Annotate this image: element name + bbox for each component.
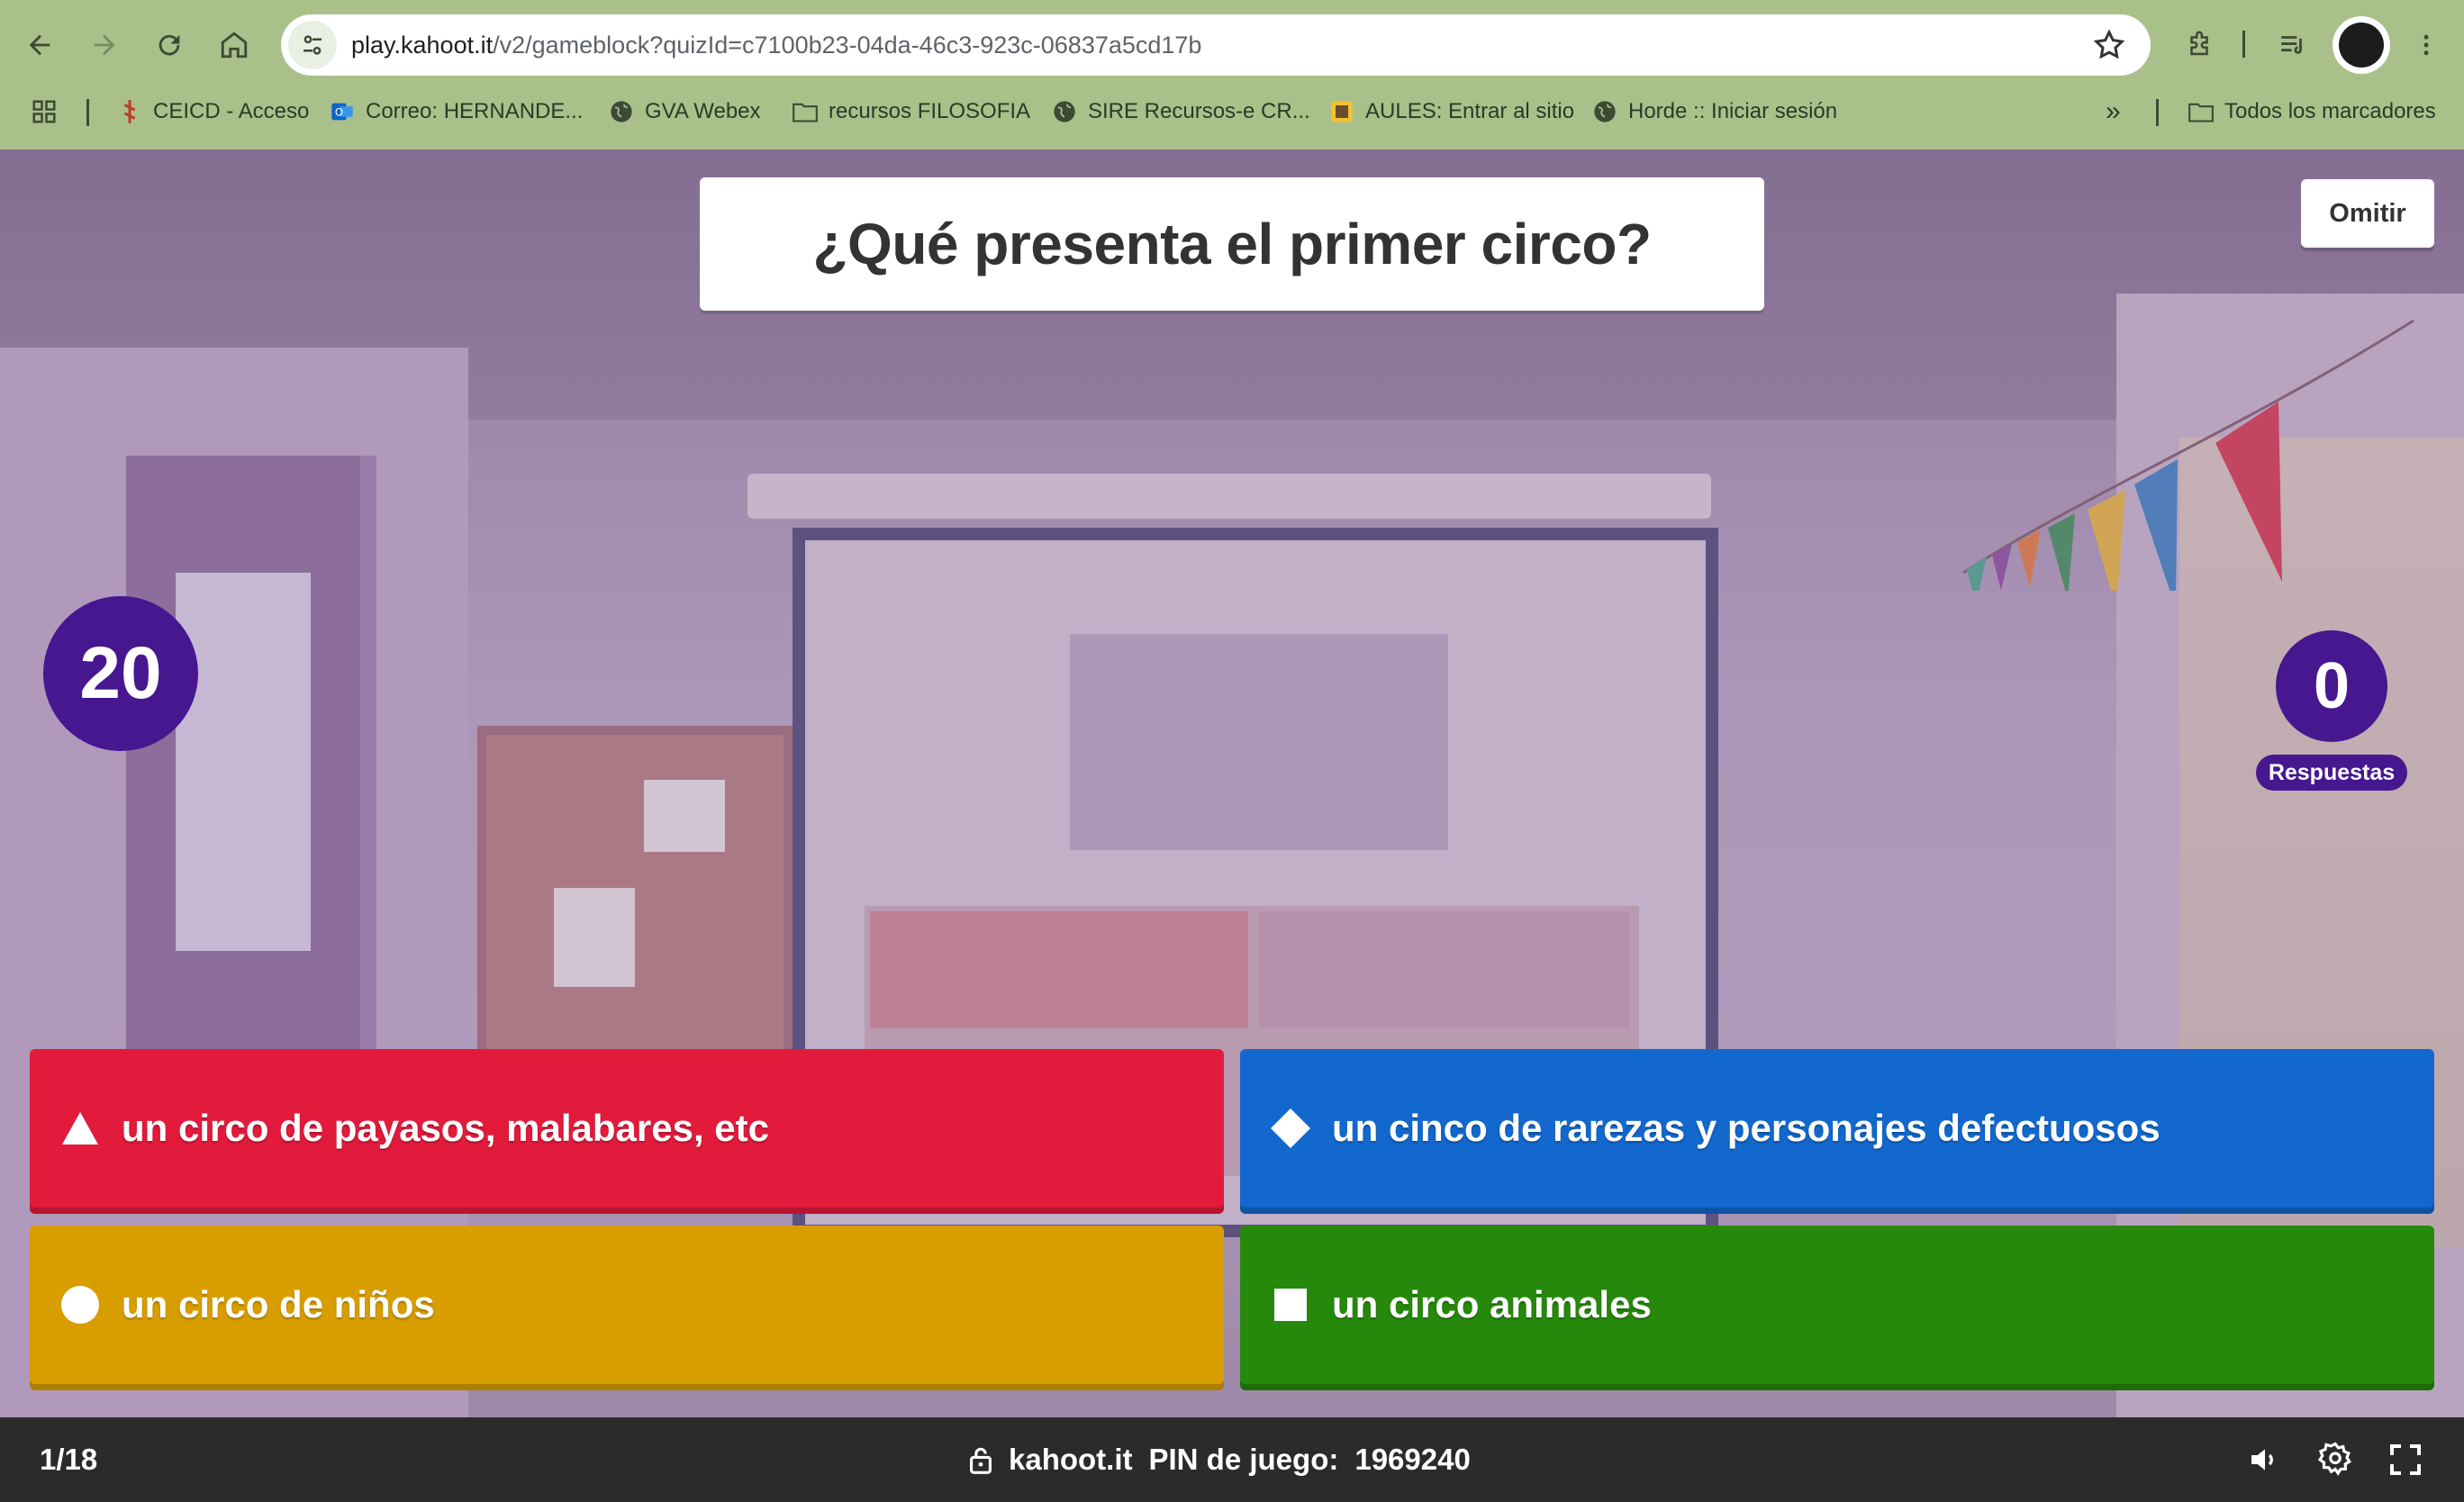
answer-square[interactable]: un circo animales — [1240, 1226, 2434, 1384]
answer-label: un circo animales — [1332, 1283, 1652, 1326]
question-progress: 1/18 — [40, 1443, 98, 1476]
bookmark-correo[interactable]: O Correo: HERNANDE... — [330, 86, 583, 137]
skip-button[interactable]: Omitir — [2301, 179, 2434, 248]
bookmark-sire[interactable]: SIRE Recursos-e CR... — [1052, 86, 1310, 137]
answers-label: Respuestas — [2256, 755, 2407, 791]
game-pin-info: kahoot.it PIN de juego: 1969240 — [969, 1417, 1487, 1502]
bookmarks-bar: CEICD - Acceso O Correo: HERNANDE... GVA… — [0, 86, 2464, 137]
game-footer: 1/18 kahoot.it PIN de juego: 1969240 — [0, 1417, 2464, 1502]
bookmark-star-icon[interactable] — [2091, 27, 2127, 63]
circle-icon — [59, 1283, 102, 1326]
answer-diamond[interactable]: un cinco de rarezas y personajes defectu… — [1240, 1049, 2434, 1208]
bookmark-ceicd[interactable]: CEICD - Acceso — [117, 86, 309, 137]
lock-icon[interactable] — [969, 1445, 992, 1474]
folder-icon — [793, 99, 818, 124]
bookmarks-separator — [86, 99, 89, 126]
bookmark-label: AULES: Entrar al sitio — [1365, 99, 1575, 123]
square-icon — [1269, 1283, 1312, 1326]
bookmark-label: Horde :: Iniciar sesión — [1628, 99, 1838, 123]
apps-icon[interactable] — [31, 86, 58, 137]
answer-label: un cinco de rarezas y personajes defectu… — [1332, 1107, 2161, 1149]
toolbar-separator — [2242, 31, 2245, 58]
folder-icon — [2188, 99, 2214, 124]
svg-text:O: O — [335, 106, 343, 119]
outlook-icon: O — [330, 99, 355, 124]
profile-avatar[interactable] — [2333, 16, 2390, 74]
volume-icon[interactable] — [2242, 1437, 2287, 1482]
countdown-timer: 20 — [43, 596, 198, 751]
globe-icon — [1052, 99, 1077, 124]
bookmark-label: recursos FILOSOFIA — [829, 99, 1031, 123]
bookmark-horde[interactable]: Horde :: Iniciar sesión — [1592, 86, 1837, 137]
globe-icon — [1592, 99, 1617, 124]
bookmark-label: Todos los marcadores — [2224, 99, 2436, 123]
back-icon[interactable] — [14, 20, 65, 70]
forward-icon[interactable] — [79, 20, 130, 70]
aules-icon — [1329, 99, 1354, 124]
bookmark-label: CEICD - Acceso — [153, 99, 310, 123]
answer-triangle[interactable]: un circo de payasos, malabares, etc — [30, 1049, 1224, 1208]
triangle-icon — [59, 1107, 102, 1150]
url-text[interactable]: play.kahoot.it/v2/gameblock?quizId=c7100… — [351, 32, 1201, 59]
bookmark-label: GVA Webex — [645, 99, 761, 123]
answer-label: un circo de niños — [122, 1283, 435, 1326]
settings-icon[interactable] — [2313, 1437, 2358, 1482]
diamond-icon — [1269, 1107, 1312, 1150]
all-bookmarks-folder[interactable]: Todos los marcadores — [2188, 86, 2436, 137]
bookmarks-separator — [2156, 99, 2159, 126]
pin-value: 1969240 — [1354, 1443, 1471, 1476]
url-host: play.kahoot.it — [351, 31, 494, 59]
browser-chrome: play.kahoot.it/v2/gameblock?quizId=c7100… — [0, 0, 2464, 149]
reload-icon[interactable] — [144, 20, 195, 70]
bookmark-label: SIRE Recursos-e CR... — [1088, 99, 1310, 123]
bookmark-gva-webex[interactable]: GVA Webex — [609, 86, 761, 137]
answer-label: un circo de payasos, malabares, etc — [122, 1107, 770, 1149]
bookmark-aules[interactable]: AULES: Entrar al sitio — [1329, 86, 1574, 137]
site-info-icon[interactable] — [288, 21, 337, 69]
more-bookmarks-button[interactable]: » — [2106, 86, 2121, 137]
globe-icon — [609, 99, 634, 124]
url-path: /v2/gameblock?quizId=c7100b23-04da-46c3-… — [493, 31, 1202, 59]
address-bar[interactable]: play.kahoot.it/v2/gameblock?quizId=c7100… — [281, 14, 2151, 76]
answers-count: 0 — [2276, 630, 2387, 742]
bookmark-site-icon — [117, 99, 142, 124]
menu-icon[interactable] — [2401, 20, 2451, 70]
bookmark-recursos-filosofia[interactable]: recursos FILOSOFIA — [793, 86, 1030, 137]
question-text: ¿Qué presenta el primer circo? — [812, 212, 1652, 276]
game-site: kahoot.it — [1009, 1443, 1133, 1476]
question-card: ¿Qué presenta el primer circo? — [700, 177, 1764, 311]
pin-label: PIN de juego: — [1148, 1443, 1339, 1476]
fullscreen-icon[interactable] — [2383, 1437, 2428, 1482]
home-icon[interactable] — [209, 20, 259, 70]
bookmark-label: Correo: HERNANDE... — [366, 99, 584, 123]
answer-circle[interactable]: un circo de niños — [30, 1226, 1224, 1384]
extensions-icon[interactable] — [2174, 20, 2224, 70]
media-icon[interactable] — [2268, 20, 2318, 70]
